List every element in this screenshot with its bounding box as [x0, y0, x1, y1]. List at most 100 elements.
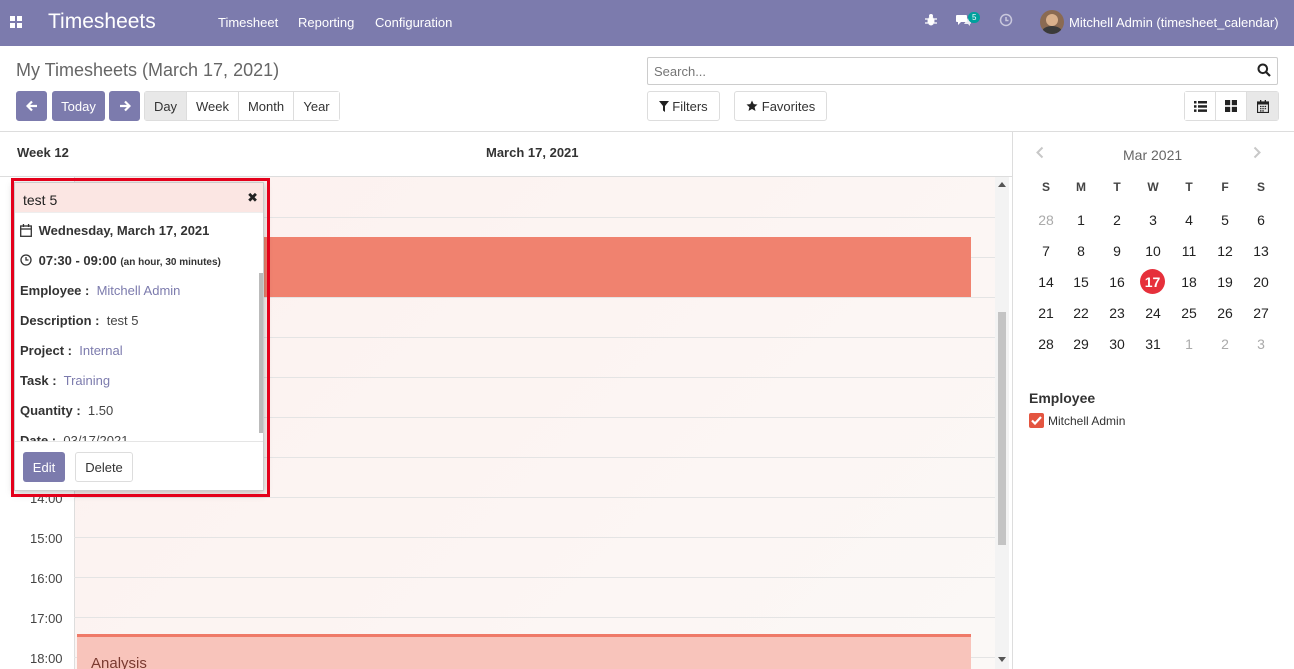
- page-title: My Timesheets (March 17, 2021): [16, 60, 280, 80]
- mini-calendar-day[interactable]: 10: [1138, 240, 1168, 262]
- favorites-button[interactable]: Favorites: [734, 91, 827, 121]
- mini-calendar-day[interactable]: 6: [1246, 209, 1276, 231]
- weekday-header: F: [1221, 180, 1229, 194]
- week-number-label: Week 12: [17, 145, 69, 160]
- mini-calendar-day[interactable]: 13: [1246, 240, 1276, 262]
- kanban-icon: [1225, 100, 1237, 112]
- day-column-header: March 17, 2021: [486, 145, 579, 160]
- debug-bug-icon[interactable]: [924, 13, 938, 30]
- search-icon[interactable]: [1257, 63, 1271, 77]
- search-input[interactable]: [654, 64, 1244, 79]
- today-button[interactable]: Today: [52, 91, 105, 121]
- calendar-icon: [1256, 99, 1269, 113]
- mini-calendar-day[interactable]: 28: [1031, 209, 1061, 231]
- scrollbar-thumb[interactable]: [998, 312, 1006, 545]
- apps-grid-icon[interactable]: [10, 16, 23, 29]
- filters-label: Filters: [672, 98, 708, 114]
- mini-calendar-day[interactable]: 1: [1174, 333, 1204, 355]
- weekday-header: T: [1113, 180, 1121, 194]
- filter-icon: [659, 100, 670, 112]
- time-label: 17:00: [30, 611, 63, 626]
- mini-calendar-day[interactable]: 9: [1102, 240, 1132, 262]
- chevron-left-icon[interactable]: [1035, 146, 1044, 163]
- mini-calendar-day[interactable]: 12: [1210, 240, 1240, 262]
- mini-calendar-day[interactable]: 22: [1066, 302, 1096, 324]
- mini-calendar-day[interactable]: 18: [1174, 271, 1204, 293]
- scale-switcher: Day Week Month Year: [144, 91, 340, 121]
- chevron-right-icon[interactable]: [1253, 146, 1262, 163]
- grid-line: [74, 497, 995, 498]
- mini-calendar-day[interactable]: 27: [1246, 302, 1276, 324]
- previous-button[interactable]: [16, 91, 47, 121]
- app-brand[interactable]: Timesheets: [48, 10, 156, 34]
- scale-day-button[interactable]: Day: [145, 92, 187, 120]
- mini-calendar-day[interactable]: 21: [1031, 302, 1061, 324]
- star-icon: [746, 100, 758, 111]
- mini-calendar-day[interactable]: 26: [1210, 302, 1240, 324]
- user-avatar[interactable]: [1040, 10, 1064, 34]
- messages-count-badge: 5: [968, 12, 981, 23]
- employee-filter-item[interactable]: Mitchell Admin: [1048, 414, 1125, 428]
- weekday-header: S: [1256, 180, 1265, 194]
- mini-calendar-day[interactable]: 11: [1174, 240, 1204, 262]
- mini-calendar-day[interactable]: 15: [1066, 271, 1096, 293]
- event-title: Analysis: [91, 655, 147, 669]
- weekday-header: W: [1147, 180, 1159, 194]
- mini-calendar-day[interactable]: 7: [1031, 240, 1061, 262]
- mini-calendar-day[interactable]: 19: [1210, 271, 1240, 293]
- mini-calendar-day[interactable]: 14: [1031, 271, 1061, 293]
- mini-calendar-day[interactable]: 20: [1246, 271, 1276, 293]
- scroll-up-arrow-icon[interactable]: [998, 182, 1006, 187]
- scale-year-button[interactable]: Year: [294, 92, 339, 120]
- next-button[interactable]: [109, 91, 140, 121]
- user-menu[interactable]: Mitchell Admin (timesheet_calendar): [1069, 15, 1279, 30]
- list-view-button[interactable]: [1185, 92, 1216, 120]
- filters-button[interactable]: Filters: [647, 91, 720, 121]
- calendar-sidebar: Mar 2021 S M T W T F S 28 1 2 3 4 5 6 7 …: [1012, 132, 1294, 669]
- mini-calendar-day[interactable]: 8: [1066, 240, 1096, 262]
- mini-calendar-day[interactable]: 30: [1102, 333, 1132, 355]
- calendar-event-analysis[interactable]: Analysis: [77, 634, 971, 669]
- weekday-header: S: [1041, 180, 1050, 194]
- time-label: 15:00: [30, 531, 63, 546]
- mini-calendar-day[interactable]: 3: [1138, 209, 1168, 231]
- mini-calendar-day[interactable]: 3: [1246, 333, 1276, 355]
- weekday-header: T: [1185, 180, 1193, 194]
- mini-calendar-day[interactable]: 24: [1138, 302, 1168, 324]
- mini-calendar-day[interactable]: 2: [1102, 209, 1132, 231]
- mini-calendar-day[interactable]: 5: [1210, 209, 1240, 231]
- mini-calendar-day[interactable]: 31: [1138, 333, 1168, 355]
- view-switcher: [1184, 91, 1279, 121]
- activity-clock-icon[interactable]: [999, 13, 1013, 30]
- scale-month-button[interactable]: Month: [239, 92, 294, 120]
- list-icon: [1193, 100, 1207, 112]
- grid-line: [74, 617, 995, 618]
- mini-calendar-today[interactable]: 17: [1140, 269, 1165, 294]
- mini-calendar-day[interactable]: 2: [1210, 333, 1240, 355]
- scroll-down-arrow-icon[interactable]: [998, 657, 1006, 662]
- grid-line: [74, 537, 995, 538]
- favorites-label: Favorites: [761, 98, 816, 114]
- mini-calendar-day[interactable]: 4: [1174, 209, 1204, 231]
- mini-calendar-day[interactable]: 23: [1102, 302, 1132, 324]
- kanban-view-button[interactable]: [1216, 92, 1247, 120]
- arrow-right-icon: [119, 100, 131, 112]
- menu-configuration[interactable]: Configuration: [375, 15, 452, 30]
- mini-calendar-day[interactable]: 28: [1031, 333, 1061, 355]
- menu-timesheet[interactable]: Timesheet: [218, 15, 278, 30]
- checkbox-checked-icon[interactable]: [1029, 413, 1044, 428]
- menu-reporting[interactable]: Reporting: [298, 15, 354, 30]
- mini-calendar-day[interactable]: 1: [1066, 209, 1096, 231]
- search-box: [647, 57, 1278, 85]
- calendar-scrollbar[interactable]: [995, 177, 1009, 669]
- arrow-left-icon: [25, 100, 37, 112]
- weekday-header: M: [1076, 180, 1086, 194]
- popover-highlight-frame: [11, 178, 270, 497]
- top-navbar: Timesheets Timesheet Reporting Configura…: [0, 0, 1294, 46]
- calendar-view-button[interactable]: [1247, 92, 1278, 120]
- scale-week-button[interactable]: Week: [187, 92, 239, 120]
- mini-calendar-day[interactable]: 25: [1174, 302, 1204, 324]
- mini-calendar-day[interactable]: 29: [1066, 333, 1096, 355]
- mini-calendar-day[interactable]: 16: [1102, 271, 1132, 293]
- mini-calendar-month: Mar 2021: [1123, 147, 1183, 163]
